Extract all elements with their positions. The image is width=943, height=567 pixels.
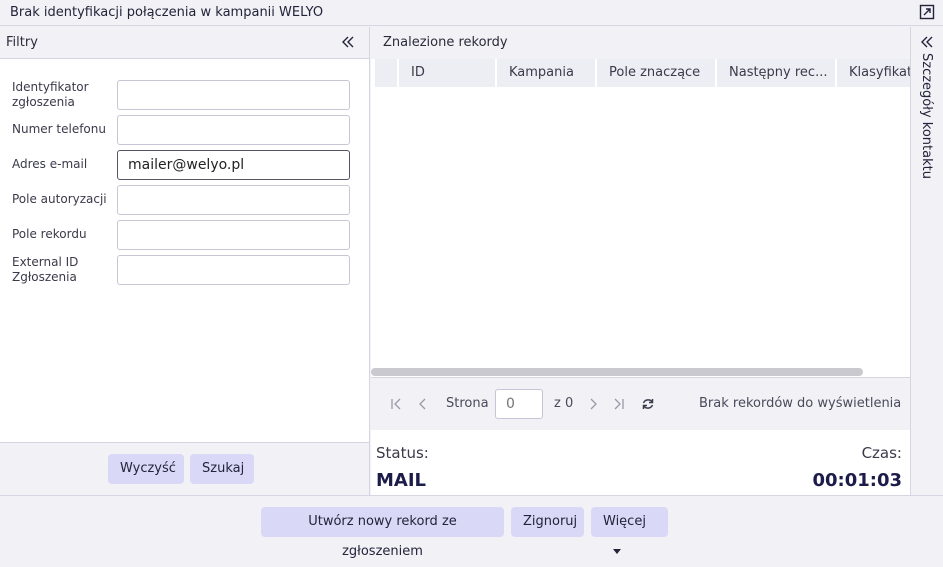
horizontal-scrollbar[interactable]: [371, 368, 863, 376]
time-value: 00:01:03: [812, 470, 902, 491]
record-field-label: Pole rekordu: [12, 227, 87, 241]
request-id-input[interactable]: [117, 80, 350, 110]
records-header: Znalezione rekordy: [371, 27, 910, 59]
select-column[interactable]: [375, 59, 399, 87]
status-label: Status:: [376, 444, 429, 462]
records-grid-header: ID Kampania Pole znaczące Następny rec..…: [375, 59, 910, 87]
more-button[interactable]: Więcej: [591, 507, 668, 554]
prev-page-icon[interactable]: [416, 397, 430, 411]
column-header-classification[interactable]: Klasyfikat: [837, 59, 910, 87]
request-id-label: Identyfikator zgłoszenia: [12, 80, 89, 109]
filter-row-auth: Pole autoryzacji: [0, 185, 370, 215]
filter-row-phone: Numer telefonu: [0, 115, 370, 145]
window-titlebar: Brak identyfikacji połączenia w kampanii…: [0, 0, 943, 26]
filters-footer: Wyczyść Szukaj: [0, 442, 369, 495]
last-page-icon[interactable]: [611, 397, 625, 411]
popout-icon[interactable]: [919, 4, 935, 20]
column-header-campaign[interactable]: Kampania: [497, 59, 597, 87]
first-page-icon[interactable]: [390, 397, 404, 411]
collapse-left-icon[interactable]: [341, 35, 355, 49]
filter-row-request-id: Identyfikator zgłoszenia: [0, 80, 370, 110]
auth-field-label: Pole autoryzacji: [12, 192, 107, 206]
records-panel: Znalezione rekordy ID Kampania Pole znac…: [371, 27, 910, 495]
page-count-label: z 0: [554, 396, 574, 411]
record-field-input[interactable]: [117, 220, 350, 250]
clear-button[interactable]: Wyczyść: [108, 454, 184, 484]
filters-header: Filtry: [0, 27, 369, 59]
page-number-input[interactable]: [495, 389, 543, 419]
filter-row-record-field: Pole rekordu: [0, 220, 370, 250]
next-page-icon[interactable]: [586, 397, 600, 411]
filters-title: Filtry: [6, 35, 38, 50]
caret-down-icon: [613, 549, 621, 554]
time-label: Czas:: [861, 444, 902, 462]
status-value: MAIL: [376, 470, 427, 491]
contact-details-label: Szczegóły kontaktu: [919, 53, 934, 179]
email-label: Adres e-mail: [12, 157, 88, 171]
column-header-next-record[interactable]: Następny rec...: [717, 59, 837, 87]
create-record-button[interactable]: Utwórz nowy rekord ze zgłoszeniem: [261, 507, 504, 559]
search-button[interactable]: Szukaj: [190, 454, 254, 484]
refresh-icon[interactable]: [641, 397, 655, 411]
email-input[interactable]: [117, 150, 350, 180]
filters-panel: Filtry Identyfikator zgłoszenia Numer te…: [0, 27, 370, 495]
phone-input[interactable]: [117, 115, 350, 145]
contact-details-tab[interactable]: Szczegóły kontaktu: [910, 27, 943, 495]
expand-left-icon[interactable]: [920, 35, 934, 49]
action-bar: Utwórz nowy rekord ze zgłoszeniem Zignor…: [0, 495, 943, 559]
records-pager: Strona z 0 Brak rekordów do wyświetlenia: [371, 377, 910, 430]
page-label: Strona: [446, 396, 489, 411]
auth-field-input[interactable]: [117, 185, 350, 215]
external-id-input[interactable]: [117, 255, 350, 285]
column-header-id[interactable]: ID: [399, 59, 497, 87]
external-id-label: External ID Zgłoszenia: [12, 255, 79, 284]
ignore-button[interactable]: Zignoruj: [511, 507, 584, 537]
column-header-significant-field[interactable]: Pole znaczące: [597, 59, 717, 87]
empty-records-message: Brak rekordów do wyświetlenia: [699, 396, 902, 411]
status-area: Status: MAIL Czas: 00:01:03: [371, 430, 910, 495]
more-button-label: Więcej: [603, 514, 646, 529]
records-title: Znalezione rekordy: [383, 35, 508, 50]
window-title: Brak identyfikacji połączenia w kampanii…: [10, 5, 324, 20]
filter-row-external-id: External ID Zgłoszenia: [0, 255, 370, 285]
filter-row-email: Adres e-mail: [0, 150, 370, 180]
phone-label: Numer telefonu: [12, 122, 106, 136]
